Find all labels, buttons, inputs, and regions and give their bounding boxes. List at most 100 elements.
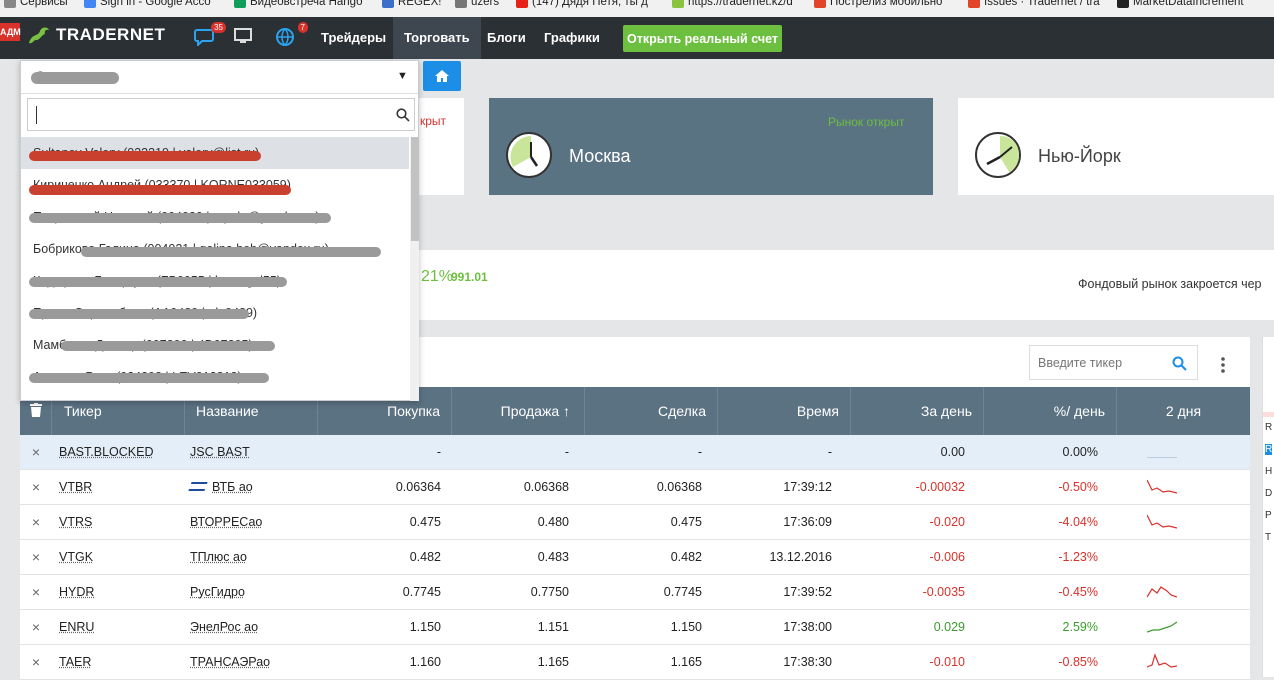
cell-ticker-text: VTGK [59,550,94,564]
account-search-input[interactable] [36,106,386,124]
table-row[interactable]: × BAST.BLOCKED JSC BAST - - - - 0.00 0.00% [20,435,1250,470]
caret-down-icon[interactable]: ▼ [397,70,408,82]
account-option[interactable]: Кадырова Базаргуль (ZB0055 | bazargul55) [21,265,409,297]
side-panel-label[interactable]: H [1265,466,1272,477]
bookmark-item[interactable]: MarketDataIncrement [1117,0,1244,8]
market-card-moscow[interactable]: Москва Рынок открыт [489,98,933,195]
cell-buy: 1.150 [318,610,452,645]
nav-blogs[interactable]: Блоги [487,17,526,59]
header-day-percent[interactable]: %/ день [984,387,1117,435]
cell-ticker-text: HYDR [59,585,95,599]
remove-row-icon[interactable]: × [20,610,52,645]
index-bar: 21% 991.01 Фондовый рынок закроется чер [400,250,1274,320]
cell-ticker[interactable]: HYDR [52,575,185,610]
header-sell[interactable]: Продажа ↑ [452,387,585,435]
account-select-dropdown[interactable]: @ ▼ Sultanov Valery (033319 | valery@lis… [20,60,419,401]
table-row[interactable]: × VTBR ВТБ ао 0.06364 0.06368 0.06368 17:39:12… [20,470,1250,505]
table-row[interactable]: × HYDR РусГидро 0.7745 0.7750 0.7745 17:39:52 -… [20,575,1250,610]
cell-time: 13.12.2016 [718,540,851,575]
account-list-scrollbar[interactable] [410,137,419,401]
bookmark-item[interactable]: Issues · Tradernet / tra [968,0,1100,8]
market-card-newyork[interactable]: Нью-Йорк [958,98,1274,195]
side-panel-label[interactable]: T [1265,532,1271,543]
table-row[interactable]: × ENRU ЭнелРос ао 1.150 1.151 1.150 17:38:00 0.… [20,610,1250,645]
more-vertical-icon[interactable] [1221,357,1225,373]
cell-name[interactable]: ВТОРРЕСао [185,505,318,540]
account-option[interactable]: Мамбетов Данияр (007290 | 4D07295) [21,329,409,361]
bookmark-item[interactable]: uzers [455,0,499,8]
cell-buy-text: 0.482 [409,550,441,564]
remove-row-icon[interactable]: × [20,435,52,470]
remove-row-icon[interactable]: × [20,645,52,680]
account-option[interactable]: Ержан Сарсембаев (AA9489 | ala9489) [21,297,409,329]
admin-badge[interactable]: АДМ [0,23,21,41]
side-panel-label[interactable]: R [1265,444,1273,455]
remove-row-icon[interactable]: × [20,505,52,540]
cell-ticker[interactable]: BAST.BLOCKED [52,435,185,470]
remove-row-icon[interactable]: × [20,470,52,505]
header-day-change[interactable]: За день [851,387,984,435]
bookmark-item[interactable]: Sign in - Google Acco [84,0,211,8]
cell-name[interactable]: ТРАНСАЭРао [185,645,318,680]
brand-logo[interactable]: TRADERNET [26,23,165,47]
nav-trade[interactable]: Торговать [393,17,481,59]
bookmark-item[interactable]: https://tradernet.kz/d [672,0,793,8]
search-icon[interactable] [1172,356,1187,371]
globe-badge: 7 [297,22,308,33]
header-two-days[interactable]: 2 дня [1117,387,1250,435]
account-option[interactable]: Кириченко Андрей (033370 | KORNE033059) [21,169,409,201]
account-option[interactable]: Асанова Роза (024398 | LEV012313) [21,361,409,393]
bookmark-item[interactable]: REGEX! [382,0,441,8]
cell-name-text: ЭнелРос ао [190,620,259,634]
redacted-mark [81,247,381,257]
bookmark-item[interactable]: Видеовстреча Hango [234,0,362,8]
cell-name[interactable]: РусГидро [185,575,318,610]
account-option[interactable]: Бобрикова Галина (004021 | galina.bob@ya… [21,233,409,265]
account-search[interactable] [27,98,415,131]
account-option[interactable]: Sultanov Valery (033319 | valery@list.ru… [21,137,409,169]
header-time[interactable]: Время [718,387,851,435]
account-option[interactable]: Покровский Николай (004020 | n.pokr@yand… [21,201,409,233]
remove-row-icon[interactable]: × [20,575,52,610]
cell-ticker[interactable]: VTBR [52,470,185,505]
table-row[interactable]: × VTGK ТПлюс ао 0.482 0.483 0.482 13.12.2016 -0… [20,540,1250,575]
side-panel-label[interactable]: P [1265,510,1272,521]
table-row[interactable]: × VTRS ВТОРРЕСао 0.475 0.480 0.475 17:36:09 -0.… [20,505,1250,540]
nav-charts[interactable]: Графики [544,17,600,59]
cell-name[interactable]: ВТБ ао [185,470,318,505]
cell-name[interactable]: JSC BAST [185,435,318,470]
cell-ticker[interactable]: VTRS [52,505,185,540]
cell-ticker[interactable]: TAER [52,645,185,680]
gitlab-icon [814,0,826,8]
cell-name[interactable]: ЭнелРос ао [185,610,318,645]
cell-ticker[interactable]: VTGK [52,540,185,575]
sparkline-path [1147,586,1177,598]
scrollbar-thumb[interactable] [411,137,419,241]
redacted-mark [29,309,249,319]
globe-button[interactable]: 7 [276,22,308,48]
side-panel-label[interactable]: R [1265,422,1272,433]
open-real-account-button[interactable]: Открыть реальный счет [623,25,782,52]
cell-sell: - [452,435,585,470]
cell-ticker[interactable]: ENRU [52,610,185,645]
cell-name[interactable]: ТПлюс ао [185,540,318,575]
chat-button[interactable]: 35 [194,22,226,48]
ticker-search-input[interactable] [1038,354,1164,372]
table-row[interactable]: × TAER ТРАНСАЭРао 1.160 1.165 1.165 17:38:30 -0… [20,645,1250,680]
cell-deal-text: 1.165 [670,655,702,669]
header-deal[interactable]: Сделка [585,387,718,435]
side-panel-label[interactable]: D [1265,488,1272,499]
bookmark-item[interactable]: (147) Дядя Петя, ты д [516,0,648,8]
account-select[interactable]: @ ▼ [21,61,418,94]
home-button[interactable] [423,61,461,91]
bookmark-item[interactable]: Пострелиз мобильно [814,0,942,8]
search-icon[interactable] [396,108,410,122]
nav-traders[interactable]: Трейдеры [321,17,386,59]
bookmark-item[interactable]: Сервисы [4,0,68,8]
cell-day-change: 0.00 [851,435,984,470]
remove-row-icon[interactable]: × [20,540,52,575]
sparkline-path [1147,621,1177,633]
ticker-search-box[interactable] [1029,345,1198,380]
cell-sell: 0.7750 [452,575,585,610]
terminal-button[interactable] [234,28,256,48]
